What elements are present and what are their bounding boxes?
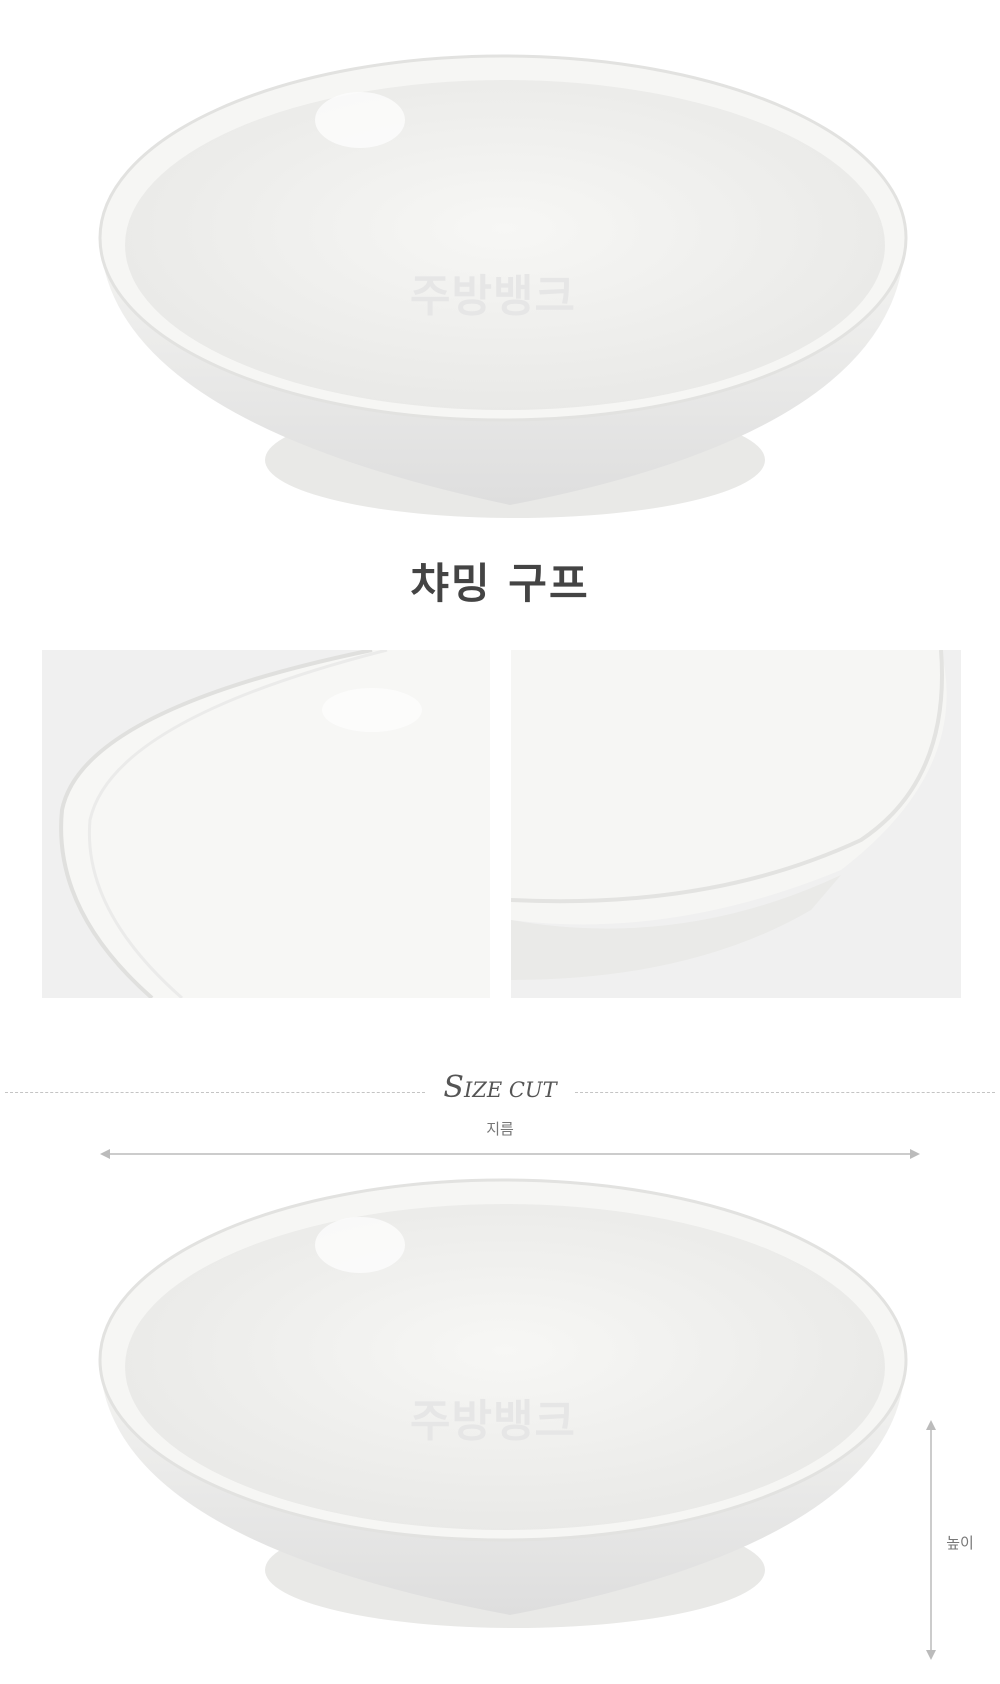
watermark-logo: 주방뱅크 xyxy=(410,260,576,324)
diameter-label: 지름 xyxy=(486,1120,514,1138)
watermark-text-2: 주방뱅크 xyxy=(410,1396,576,1447)
product-title: 챠밍 구프 xyxy=(410,559,590,608)
detail-photo-rim xyxy=(42,650,490,998)
size-cut-title: SIZE CUT xyxy=(0,1070,1000,1105)
base-closeup-illustration xyxy=(511,650,961,998)
watermark-logo-2: 주방뱅크 xyxy=(410,1385,576,1449)
detail-photo-base xyxy=(511,650,961,998)
size-bowl-photo: 주방뱅크 xyxy=(0,1170,930,1680)
size-cut-title-rest: IZE CUT xyxy=(463,1078,557,1102)
watermark-text: 주방뱅크 xyxy=(410,271,576,322)
height-label: 높이 xyxy=(946,1534,974,1552)
size-cut-title-cap: S xyxy=(443,1070,464,1105)
diameter-arrow xyxy=(100,1149,920,1159)
rim-closeup-illustration xyxy=(59,650,490,998)
hero-bowl-photo: 주방뱅크 xyxy=(0,0,1000,540)
